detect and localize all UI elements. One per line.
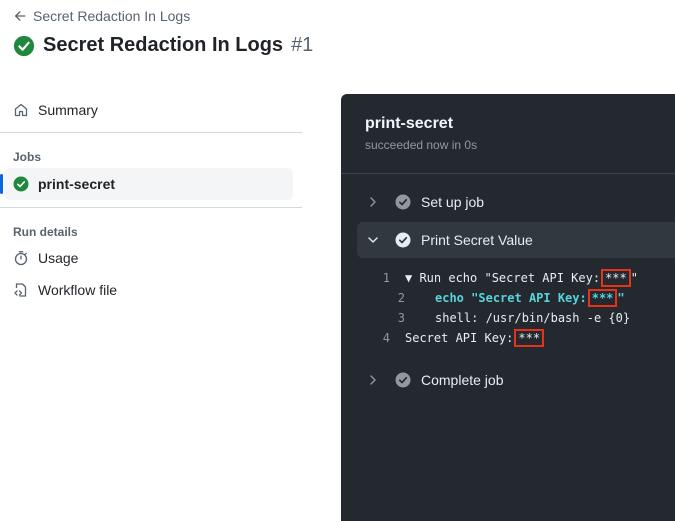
job-title: print-secret <box>365 115 454 132</box>
check-circle-icon <box>395 372 411 388</box>
masked-secret: *** <box>514 329 545 347</box>
log-line: 4 Secret API Key: *** <box>341 328 675 348</box>
log-string: "Secret API Key: <box>471 291 587 305</box>
step-label: Complete job <box>421 372 504 388</box>
masked-secret: *** <box>587 289 618 307</box>
sidebar-item-label: Summary <box>38 102 98 118</box>
chevron-right-icon <box>370 197 376 207</box>
sidebar-item-print-secret[interactable]: print-secret <box>0 168 293 200</box>
step-set-up-job[interactable]: Set up job <box>357 184 675 220</box>
jobs-section-label: Jobs <box>13 150 42 164</box>
job-header: print-secret succeeded now in 0s <box>341 94 675 174</box>
stopwatch-icon <box>14 251 28 266</box>
job-log-panel: print-secret succeeded now in 0s Set up … <box>341 94 675 521</box>
sidebar-item-usage[interactable]: Usage <box>0 242 302 274</box>
step-label: Set up job <box>421 194 485 210</box>
back-link-label: Secret Redaction In Logs <box>33 8 191 24</box>
sidebar-item-workflow-file[interactable]: Workflow file <box>0 274 302 306</box>
log-line: 1 ▼ Run echo "Secret API Key: *** " <box>341 268 675 288</box>
divider <box>0 132 302 133</box>
back-link[interactable]: Secret Redaction In Logs <box>13 8 190 24</box>
sidebar-item-label: Workflow file <box>38 282 118 298</box>
chevron-right-icon <box>370 375 376 385</box>
success-check-icon <box>13 176 29 192</box>
home-icon <box>14 103 28 117</box>
sidebar: Summary Jobs print-secret Run details Us… <box>0 90 302 306</box>
sidebar-item-label: print-secret <box>38 176 116 192</box>
log-text: " <box>630 271 638 285</box>
chevron-down-icon <box>368 237 378 243</box>
step-label: Print Secret Value <box>421 232 533 248</box>
log-text: Secret API Key: <box>405 331 514 345</box>
log-text: ▼ Run echo "Secret API Key: <box>405 271 601 285</box>
run-details-section-label: Run details <box>13 225 78 239</box>
step-complete-job[interactable]: Complete job <box>357 362 675 398</box>
log-line: 2 echo "Secret API Key: *** " <box>341 288 675 308</box>
line-number: 2 <box>397 291 405 305</box>
sidebar-item-summary[interactable]: Summary <box>0 94 302 126</box>
step-print-secret-value[interactable]: Print Secret Value <box>357 222 675 258</box>
line-number: 1 <box>382 271 390 285</box>
line-number: 4 <box>382 331 390 345</box>
check-circle-icon <box>395 194 411 210</box>
log-string: " <box>617 291 625 305</box>
page-title-row: Secret Redaction In Logs #1 <box>13 34 313 57</box>
arrow-left-icon <box>14 11 26 21</box>
run-number: #1 <box>291 34 314 56</box>
file-code-icon <box>14 283 27 297</box>
step-log: 1 ▼ Run echo "Secret API Key: *** " 2 echo… <box>341 268 675 348</box>
check-circle-icon <box>395 232 411 248</box>
log-line: 3 shell: /usr/bin/bash -e {0} <box>341 308 675 328</box>
log-command: echo <box>435 291 464 305</box>
sidebar-item-label: Usage <box>38 250 79 266</box>
line-number: 3 <box>397 311 405 325</box>
success-check-icon <box>13 35 35 56</box>
page-title: Secret Redaction In Logs <box>43 34 284 56</box>
log-text: shell: /usr/bin/bash -e {0} <box>435 311 631 325</box>
divider <box>0 207 302 208</box>
masked-secret: *** <box>601 269 631 287</box>
job-status: succeeded now in 0s <box>365 138 478 152</box>
